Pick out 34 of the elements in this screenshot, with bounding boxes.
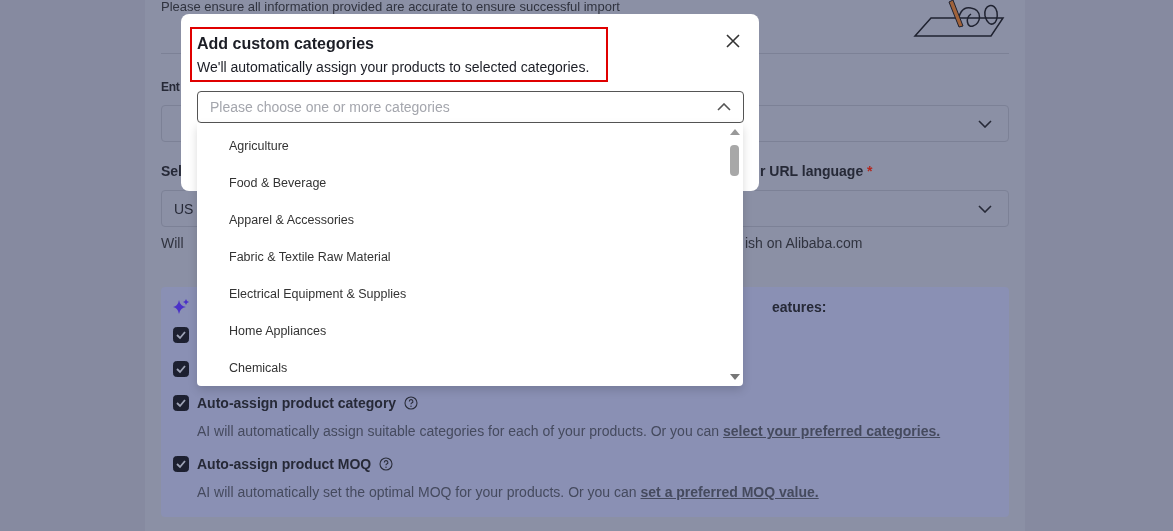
modal-subtitle: We'll automatically assign your products to selected categories. [197,58,590,77]
option-label: Auto-assign product MOQ [197,455,372,474]
field-label: Sel [161,162,182,181]
checkbox[interactable] [173,361,189,377]
dropdown-option[interactable]: Food & Beverage [197,174,743,211]
field-label: r URL language * [760,162,874,181]
notice-text: Please ensure all information provided are accurate to ensure successful import [161,0,620,14]
scrollbar-thumb[interactable] [730,145,739,176]
dropdown-option[interactable]: Agriculture [197,137,743,174]
scroll-up-icon[interactable] [730,129,740,135]
checkbox[interactable] [173,395,189,411]
dropdown-option[interactable]: Apparel & Accessories [197,211,743,248]
dropdown-option[interactable]: Chemicals [197,359,743,386]
field-label: Ent [161,79,180,96]
option-description: AI will automatically set the optimal MOQ for your products. Or you can set a preferred MOQ value. [197,484,819,500]
chevron-down-icon [978,204,992,213]
helper-text: ish on Alibaba.com [745,234,864,253]
chevron-down-icon [978,119,992,128]
checkbox[interactable] [173,456,189,472]
scroll-down-icon[interactable] [730,374,740,380]
help-icon[interactable] [379,457,394,471]
helper-text: Will [161,234,184,253]
checkbox[interactable] [173,327,189,343]
option-description: AI will automatically assign suitable categories for each of your products. Or you can select your preferred categories. [197,423,941,439]
option-label: Auto-assign product category [197,394,397,413]
panel-heading: eatures: [772,298,827,317]
modal-title: Add custom categories [197,34,374,54]
dropdown-option[interactable]: Home Appliances [197,322,743,359]
sparkle-icon [173,299,189,315]
dropdown-option[interactable]: Electrical Equipment & Supplies [197,285,743,322]
help-icon[interactable] [404,396,419,410]
dropdown-option[interactable]: Fabric & Textile Raw Material [197,248,743,285]
close-button[interactable] [725,33,741,49]
chevron-up-icon [717,103,731,111]
